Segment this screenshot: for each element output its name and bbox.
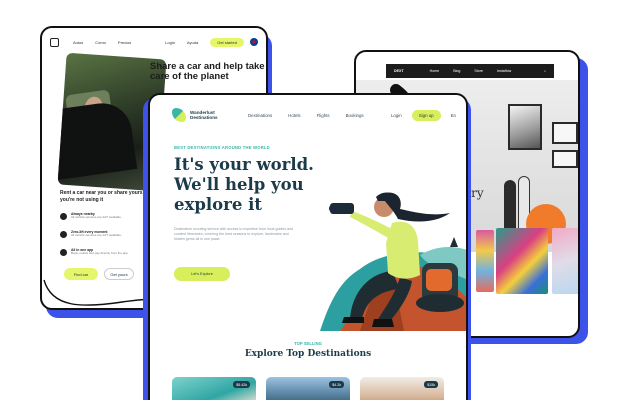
signup-button[interactable]: Sign up: [411, 109, 441, 121]
wanderlust-logo-text: Wanderlust Destinations: [190, 110, 218, 120]
destination-price: $4.2k: [329, 381, 344, 388]
artwork-thumbnail[interactable]: [476, 230, 494, 292]
gallery-nav-item[interactable]: Store: [474, 69, 483, 73]
car-share-nav-item[interactable]: Precios: [118, 40, 131, 45]
framed-artwork: [552, 150, 578, 168]
wanderlust-logo-icon: [172, 108, 186, 122]
login-link[interactable]: Login: [391, 113, 402, 118]
car-share-nav: Autos Cómo Precios Login Ayuda Get start…: [42, 28, 266, 56]
gallery-logo[interactable]: DEXT: [394, 69, 404, 73]
car-share-nav-item[interactable]: Cómo: [95, 40, 106, 45]
gallery-nav-item[interactable]: Home: [430, 69, 440, 73]
nav-flights[interactable]: Flights: [317, 113, 330, 118]
nav-hotels[interactable]: Hotels: [288, 113, 300, 118]
car-share-nav-help[interactable]: Ayuda: [187, 40, 198, 45]
lets-explore-button[interactable]: Let's Explore: [174, 267, 230, 281]
car-share-get-started-button[interactable]: Get started: [210, 37, 244, 47]
gallery-nav: DEXT Home Blog Store Instaflow ⌕: [386, 64, 554, 78]
phone-icon: [60, 249, 67, 256]
feature-item: All in one app Book, unlock and pay direc…: [60, 248, 150, 256]
section-eyebrow: TOP SELLING: [294, 341, 322, 346]
feature-item: Always nearby All vehicle services are 24…: [60, 212, 150, 220]
feature-item: Zero-lift every moment All vehicle servic…: [60, 230, 150, 238]
car-share-nav-login[interactable]: Login: [165, 40, 175, 45]
artwork-thumbnail[interactable]: [552, 228, 578, 294]
car-share-nav-item[interactable]: Autos: [73, 40, 83, 45]
section-title: Explore Top Destinations: [244, 349, 372, 359]
framed-artwork: [508, 104, 542, 150]
feature-desc: Book, unlock and pay directly from the a…: [71, 251, 129, 255]
search-icon[interactable]: ⌕: [544, 69, 546, 73]
explorer-with-binoculars-illustration: [320, 192, 466, 331]
framed-artwork: [552, 122, 578, 144]
uk-flag-icon[interactable]: [250, 38, 258, 46]
wanderlust-window: Wanderlust Destinations Destinations Hot…: [148, 93, 468, 400]
location-icon: [60, 213, 67, 220]
destination-card[interactable]: $5.42k: [172, 377, 256, 400]
destination-card[interactable]: $4.2k: [266, 377, 350, 400]
visitor-figure: [504, 180, 516, 234]
hero-description: Destination scouting service with access…: [174, 227, 294, 241]
car-share-logo-icon[interactable]: [50, 37, 59, 47]
destination-price: $5.42k: [233, 381, 250, 388]
artwork-thumbnail[interactable]: [496, 228, 548, 294]
destination-card[interactable]: $15k: [360, 377, 444, 400]
gallery-nav-item[interactable]: Blog: [453, 69, 460, 73]
car-share-headline: Share a car and help take care of the pl…: [150, 61, 265, 82]
wanderlust-logo[interactable]: Wanderlust Destinations: [172, 108, 218, 122]
hero-eyebrow: BEST DESTINATIONS AROUND THE WORLD: [174, 145, 270, 150]
nav-bookings[interactable]: Bookings: [346, 113, 364, 118]
gallery-nav-item[interactable]: Instaflow: [497, 69, 511, 73]
leaf-icon: [60, 231, 67, 238]
feature-desc: All vehicle services are 24/7 available.: [71, 233, 122, 237]
nav-destinations[interactable]: Destinations: [248, 113, 272, 118]
language-selector[interactable]: En: [451, 113, 456, 118]
feature-desc: All vehicle services are 24/7 available.: [71, 215, 122, 219]
destination-price: $15k: [424, 381, 438, 388]
wanderlust-nav: Wanderlust Destinations Destinations Hot…: [150, 95, 466, 135]
